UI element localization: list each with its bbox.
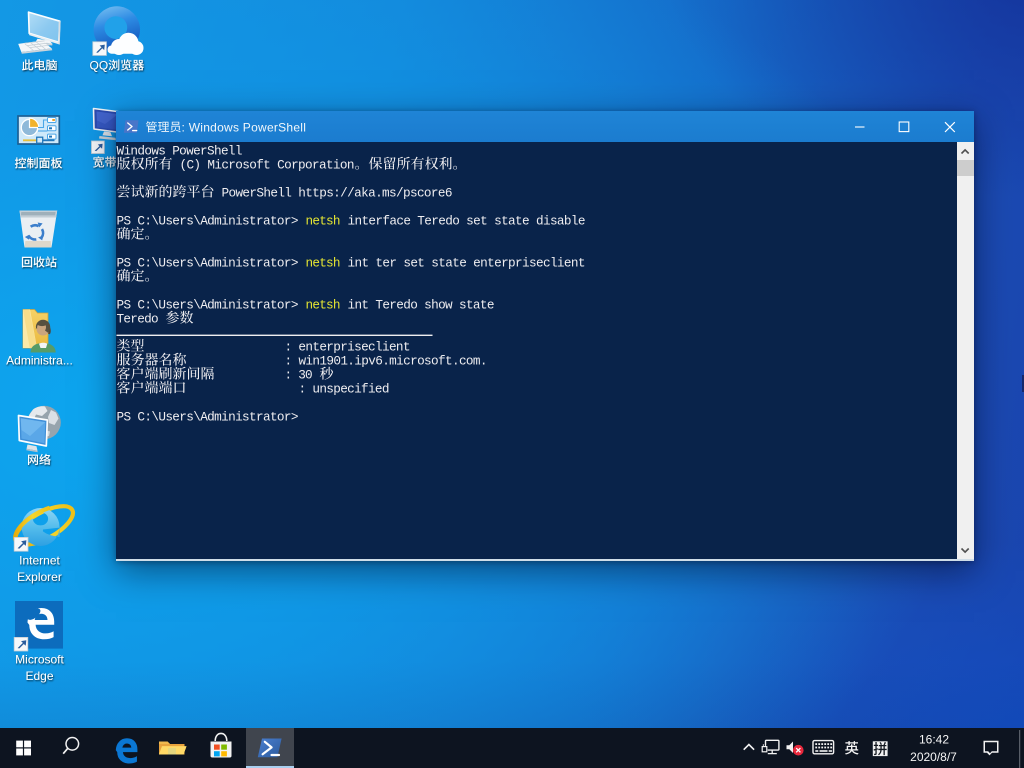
svg-text:netsh: netsh (306, 298, 341, 313)
svg-text:PS C:\Users\Administrator>: PS C:\Users\Administrator> (117, 214, 299, 229)
svg-text:: unspecified: : unspecified (299, 382, 390, 397)
svg-text:: 30: : 30 (285, 368, 320, 383)
svg-text:PS C:\Users\Administrator>: PS C:\Users\Administrator> (117, 298, 299, 313)
svg-text:2020/8/7: 2020/8/7 (910, 750, 957, 764)
svg-text:PowerShell https://aka.ms/psco: PowerShell https://aka.ms/pscore6 (215, 186, 453, 201)
svg-text:Windows PowerShell: Windows PowerShell (117, 144, 243, 159)
svg-text:netsh: netsh (306, 214, 341, 229)
svg-text:interface Teredo set state dis: interface Teredo set state disable (341, 214, 586, 229)
svg-text:netsh: netsh (306, 256, 341, 271)
svg-text:(C) Microsoft Corporation: (C) Microsoft Corporation (173, 158, 355, 173)
svg-text:PS C:\Users\Administrator>: PS C:\Users\Administrator> (117, 410, 299, 425)
svg-text:PS C:\Users\Administrator>: PS C:\Users\Administrator> (117, 256, 299, 271)
svg-text:: Windows PowerShell: : Windows PowerShell (182, 120, 306, 134)
svg-text:Teredo: Teredo (117, 312, 166, 327)
svg-text:int ter set state enterprisecl: int ter set state enterpriseclient (341, 256, 586, 271)
svg-text:: win1901.ipv6.microsoft.com.: : win1901.ipv6.microsoft.com. (285, 354, 488, 369)
svg-text:: enterpriseclient: : enterpriseclient (285, 340, 411, 355)
svg-text:int Teredo show state: int Teredo show state (341, 298, 495, 313)
svg-text:16:42: 16:42 (919, 733, 949, 747)
